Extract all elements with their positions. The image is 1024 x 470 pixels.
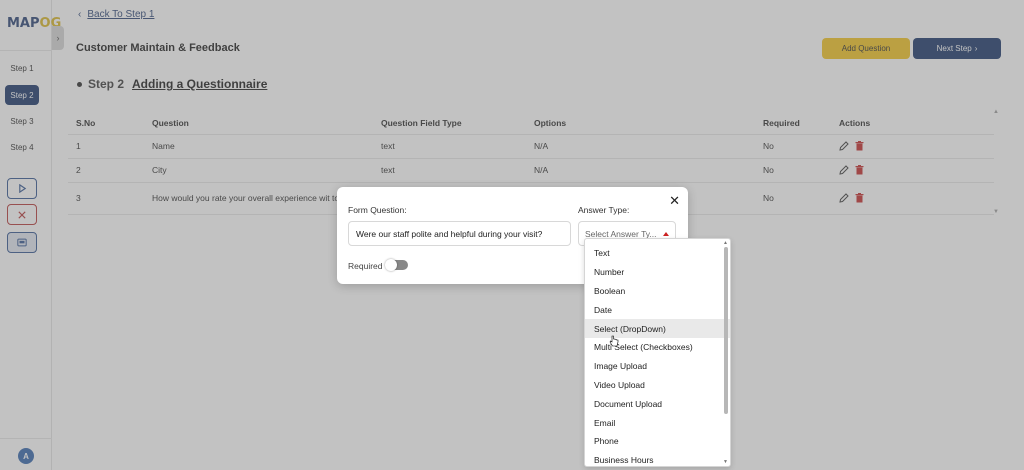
dropdown-option[interactable]: Select (DropDown) (585, 319, 730, 338)
close-icon[interactable]: ✕ (669, 193, 680, 209)
answer-type-label: Answer Type: (578, 205, 630, 215)
dropdown-option[interactable]: Email (585, 413, 730, 432)
dropdown-option[interactable]: Number (585, 263, 730, 282)
form-question-label: Form Question: (348, 205, 407, 215)
dropdown-option[interactable]: Video Upload (585, 376, 730, 395)
dropdown-option[interactable]: Multi Select (Checkboxes) (585, 338, 730, 357)
hand-cursor-icon (609, 335, 619, 347)
dropdown-option[interactable]: Image Upload (585, 357, 730, 376)
scroll-up-arrow-icon[interactable]: ▲ (723, 240, 728, 246)
scroll-down-arrow-icon[interactable]: ▼ (723, 459, 728, 465)
form-question-input[interactable]: Were our staff polite and helpful during… (348, 221, 571, 246)
dropdown-option[interactable]: Date (585, 300, 730, 319)
dropdown-option[interactable]: Boolean (585, 282, 730, 301)
dropdown-option[interactable]: Business Hours (585, 451, 730, 466)
answer-type-dropdown: Text Number Boolean Date Select (DropDow… (584, 238, 731, 467)
dropdown-scrollbar[interactable] (724, 247, 728, 414)
answer-type-placeholder: Select Answer Ty... (585, 228, 657, 239)
required-toggle[interactable] (385, 259, 408, 271)
caret-up-icon (663, 231, 669, 236)
dropdown-option[interactable]: Text (585, 244, 730, 263)
required-label: Required (348, 261, 383, 271)
dropdown-option[interactable]: Phone (585, 432, 730, 451)
dropdown-option[interactable]: Document Upload (585, 394, 730, 413)
toggle-knob (385, 259, 397, 271)
